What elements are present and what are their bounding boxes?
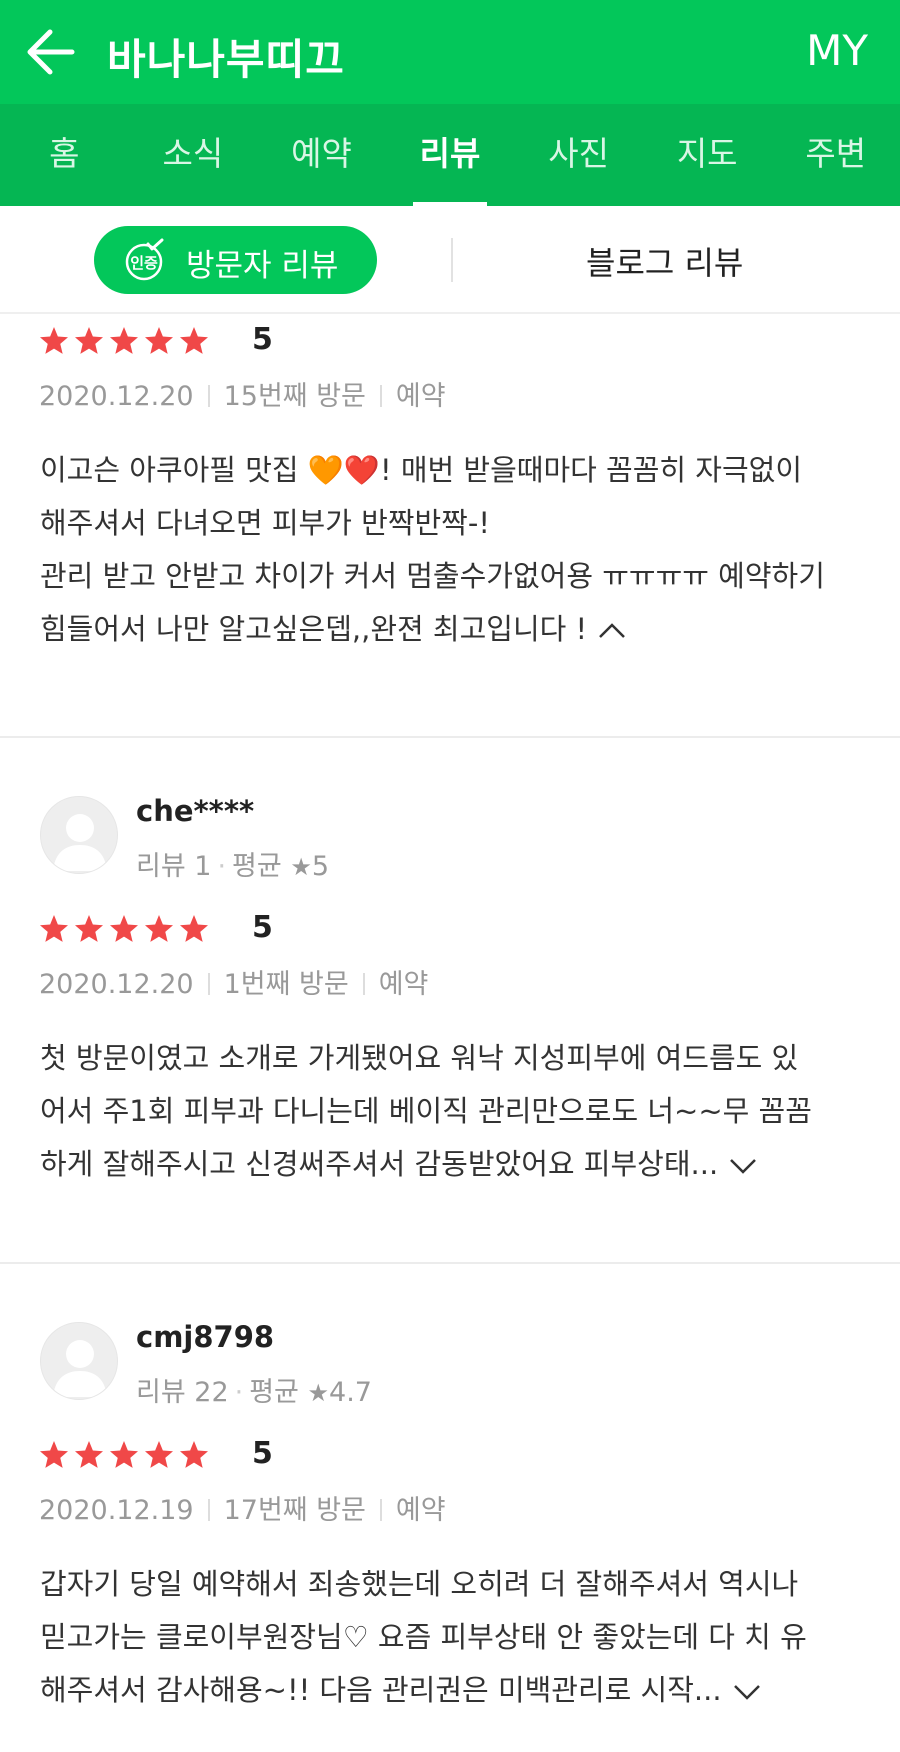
star-rating [38,322,213,360]
user-name[interactable]: cmj8798 [136,1320,274,1354]
meta-separator [207,1499,210,1521]
stats-dot: · [234,1377,244,1408]
review-meta: 2020.12.20 15번째 방문 예약 [39,374,446,413]
user-review-count: 리뷰 22 [136,1377,229,1408]
user-avatar[interactable] [40,796,118,874]
review-meta: 2020.12.19 17번째 방문 예약 [39,1488,446,1527]
star-icon [110,327,138,354]
star-icon: ★ [307,1379,330,1407]
user-avatar[interactable] [40,1322,118,1400]
visit-count: 15번째 방문 [223,381,366,412]
review-text-line: 첫 방문이였고 소개로 가게됐어요 워낙 지성피부에 여드름도 있 [40,1041,799,1075]
default-avatar-icon [53,1340,107,1397]
star-icon [145,915,173,942]
review-text-line: 믿고가는 클로이부원장님♡ 요즘 피부상태 안 좋았는데 다 치 유 [40,1620,807,1654]
meta-separator [362,973,365,995]
review-text-line: 해주셔서 감사해용~!! 다음 관리권은 미백관리로 시작... [40,1673,722,1707]
place-title: 바나나부띠끄 [107,35,345,84]
review-text[interactable]: 첫 방문이였고 소개로 가게됐어요 워낙 지성피부에 여드름도 있 어서 주1회… [40,1032,870,1191]
review-meta: 2020.12.20 1번째 방문 예약 [39,962,428,1001]
user-avg-score: 5 [311,851,330,882]
star-icon [145,327,173,354]
review-text-line: 어서 주1회 피부과 다니는데 베이직 관리만으로도 너~~무 꼼꼼 [40,1094,812,1128]
star-icon: ★ [290,853,312,881]
review-text-line: 갑자기 당일 예약해서 죄송했는데 오히려 더 잘해주셔서 역시나 [40,1567,799,1601]
divider [451,238,453,282]
review-date: 2020.12.20 [39,969,194,1000]
visitor-review-button[interactable]: 인증 방문자 리뷰 [94,226,377,294]
tab-reviews[interactable]: 리뷰 [386,104,515,206]
tab-nearby[interactable]: 주변 [771,104,900,206]
tab-map[interactable]: 지도 [643,104,772,206]
user-stats: 리뷰 22 · 평균 ★4.7 [136,1370,372,1409]
star-icon [75,1441,103,1468]
review-item: 5 2020.12.20 15번째 방문 예약 이고슨 아쿠아필 맛집 🧡❤️! 매… [0,314,900,738]
review-tag: 예약 [378,969,429,1000]
my-button[interactable]: MY [806,26,868,75]
review-type-switch: 인증 방문자 리뷰 블로그 리뷰 [0,206,900,314]
rating-score: 5 [252,1436,273,1471]
star-icon [40,915,68,942]
tab-news[interactable]: 소식 [129,104,258,206]
user-stats: 리뷰 1 · 평균 ★5 [136,844,329,883]
back-button[interactable] [26,28,76,76]
default-avatar-icon [53,814,107,871]
tab-booking[interactable]: 예약 [257,104,386,206]
star-icon [40,1441,68,1468]
star-icon [110,915,138,942]
arrow-left-icon [27,29,75,75]
review-text-line: 해주셔서 다녀오면 피부가 반짝반짝-! [40,506,490,540]
star-icon [180,915,208,942]
star-icon [75,327,103,354]
user-review-count: 리뷰 1 [136,851,212,882]
star-icon [40,327,68,354]
review-item: che**** 리뷰 1 · 평균 ★5 5 2020.12.20 1번째 방문 예약 … [0,738,900,1264]
review-item: cmj8798 리뷰 22 · 평균 ★4.7 5 2020.12.19 17번째 방… [0,1264,900,1752]
verified-badge-text: 인증 [130,254,158,272]
meta-separator [207,973,210,995]
top-app-bar: 바나나부띠끄 MY [0,0,900,104]
rating-score: 5 [252,322,273,357]
review-text[interactable]: 이고슨 아쿠아필 맛집 🧡❤️! 매번 받을때마다 꼼꼼히 자극없이 해주셔서 … [40,444,870,656]
tab-home[interactable]: 홈 [0,104,129,206]
user-avg-score: 4.7 [329,1377,372,1408]
visitor-review-label: 방문자 리뷰 [186,248,339,284]
review-text-line: 이고슨 아쿠아필 맛집 🧡❤️! 매번 받을때마다 꼼꼼히 자극없이 [40,453,803,487]
review-text-line: 하게 잘해주시고 신경써주셔서 감동받았어요 피부상태... [40,1147,719,1181]
star-icon [180,1441,208,1468]
review-date: 2020.12.20 [39,381,194,412]
visit-count: 17번째 방문 [223,1495,366,1526]
tab-photos[interactable]: 사진 [514,104,643,206]
review-text-line: 힘들어서 나만 알고싶은뎁,,완젼 최고입니다 ! [40,612,588,646]
blog-review-button[interactable]: 블로그 리뷰 [586,238,743,284]
star-icon [110,1441,138,1468]
star-icon [145,1441,173,1468]
user-avg-label: 평균 [249,1377,299,1408]
meta-separator [379,1499,382,1521]
meta-separator [379,385,382,407]
star-icon [180,327,208,354]
user-avg-label: 평균 [232,851,282,882]
verified-badge-icon: 인증 [125,238,164,281]
chevron-up-icon[interactable] [597,621,627,641]
star-icon [75,915,103,942]
visit-count: 1번째 방문 [223,969,349,1000]
chevron-down-icon[interactable] [728,1156,758,1176]
chevron-down-icon[interactable] [732,1682,762,1702]
review-text-line: 관리 받고 안받고 차이가 커서 멈출수가없어용 ㅠㅠㅠㅠ 예약하기 [40,559,825,593]
star-rating [38,1436,213,1474]
review-tag: 예약 [395,381,446,412]
tab-bar: 홈 소식 예약 리뷰 사진 지도 주변 [0,104,900,206]
rating-score: 5 [252,910,273,945]
star-rating [38,910,213,948]
user-name[interactable]: che**** [136,794,254,828]
meta-separator [207,385,210,407]
stats-dot: · [217,851,227,882]
review-text[interactable]: 갑자기 당일 예약해서 죄송했는데 오히려 더 잘해주셔서 역시나 믿고가는 클… [40,1558,870,1717]
review-date: 2020.12.19 [39,1495,194,1526]
review-tag: 예약 [395,1495,446,1526]
